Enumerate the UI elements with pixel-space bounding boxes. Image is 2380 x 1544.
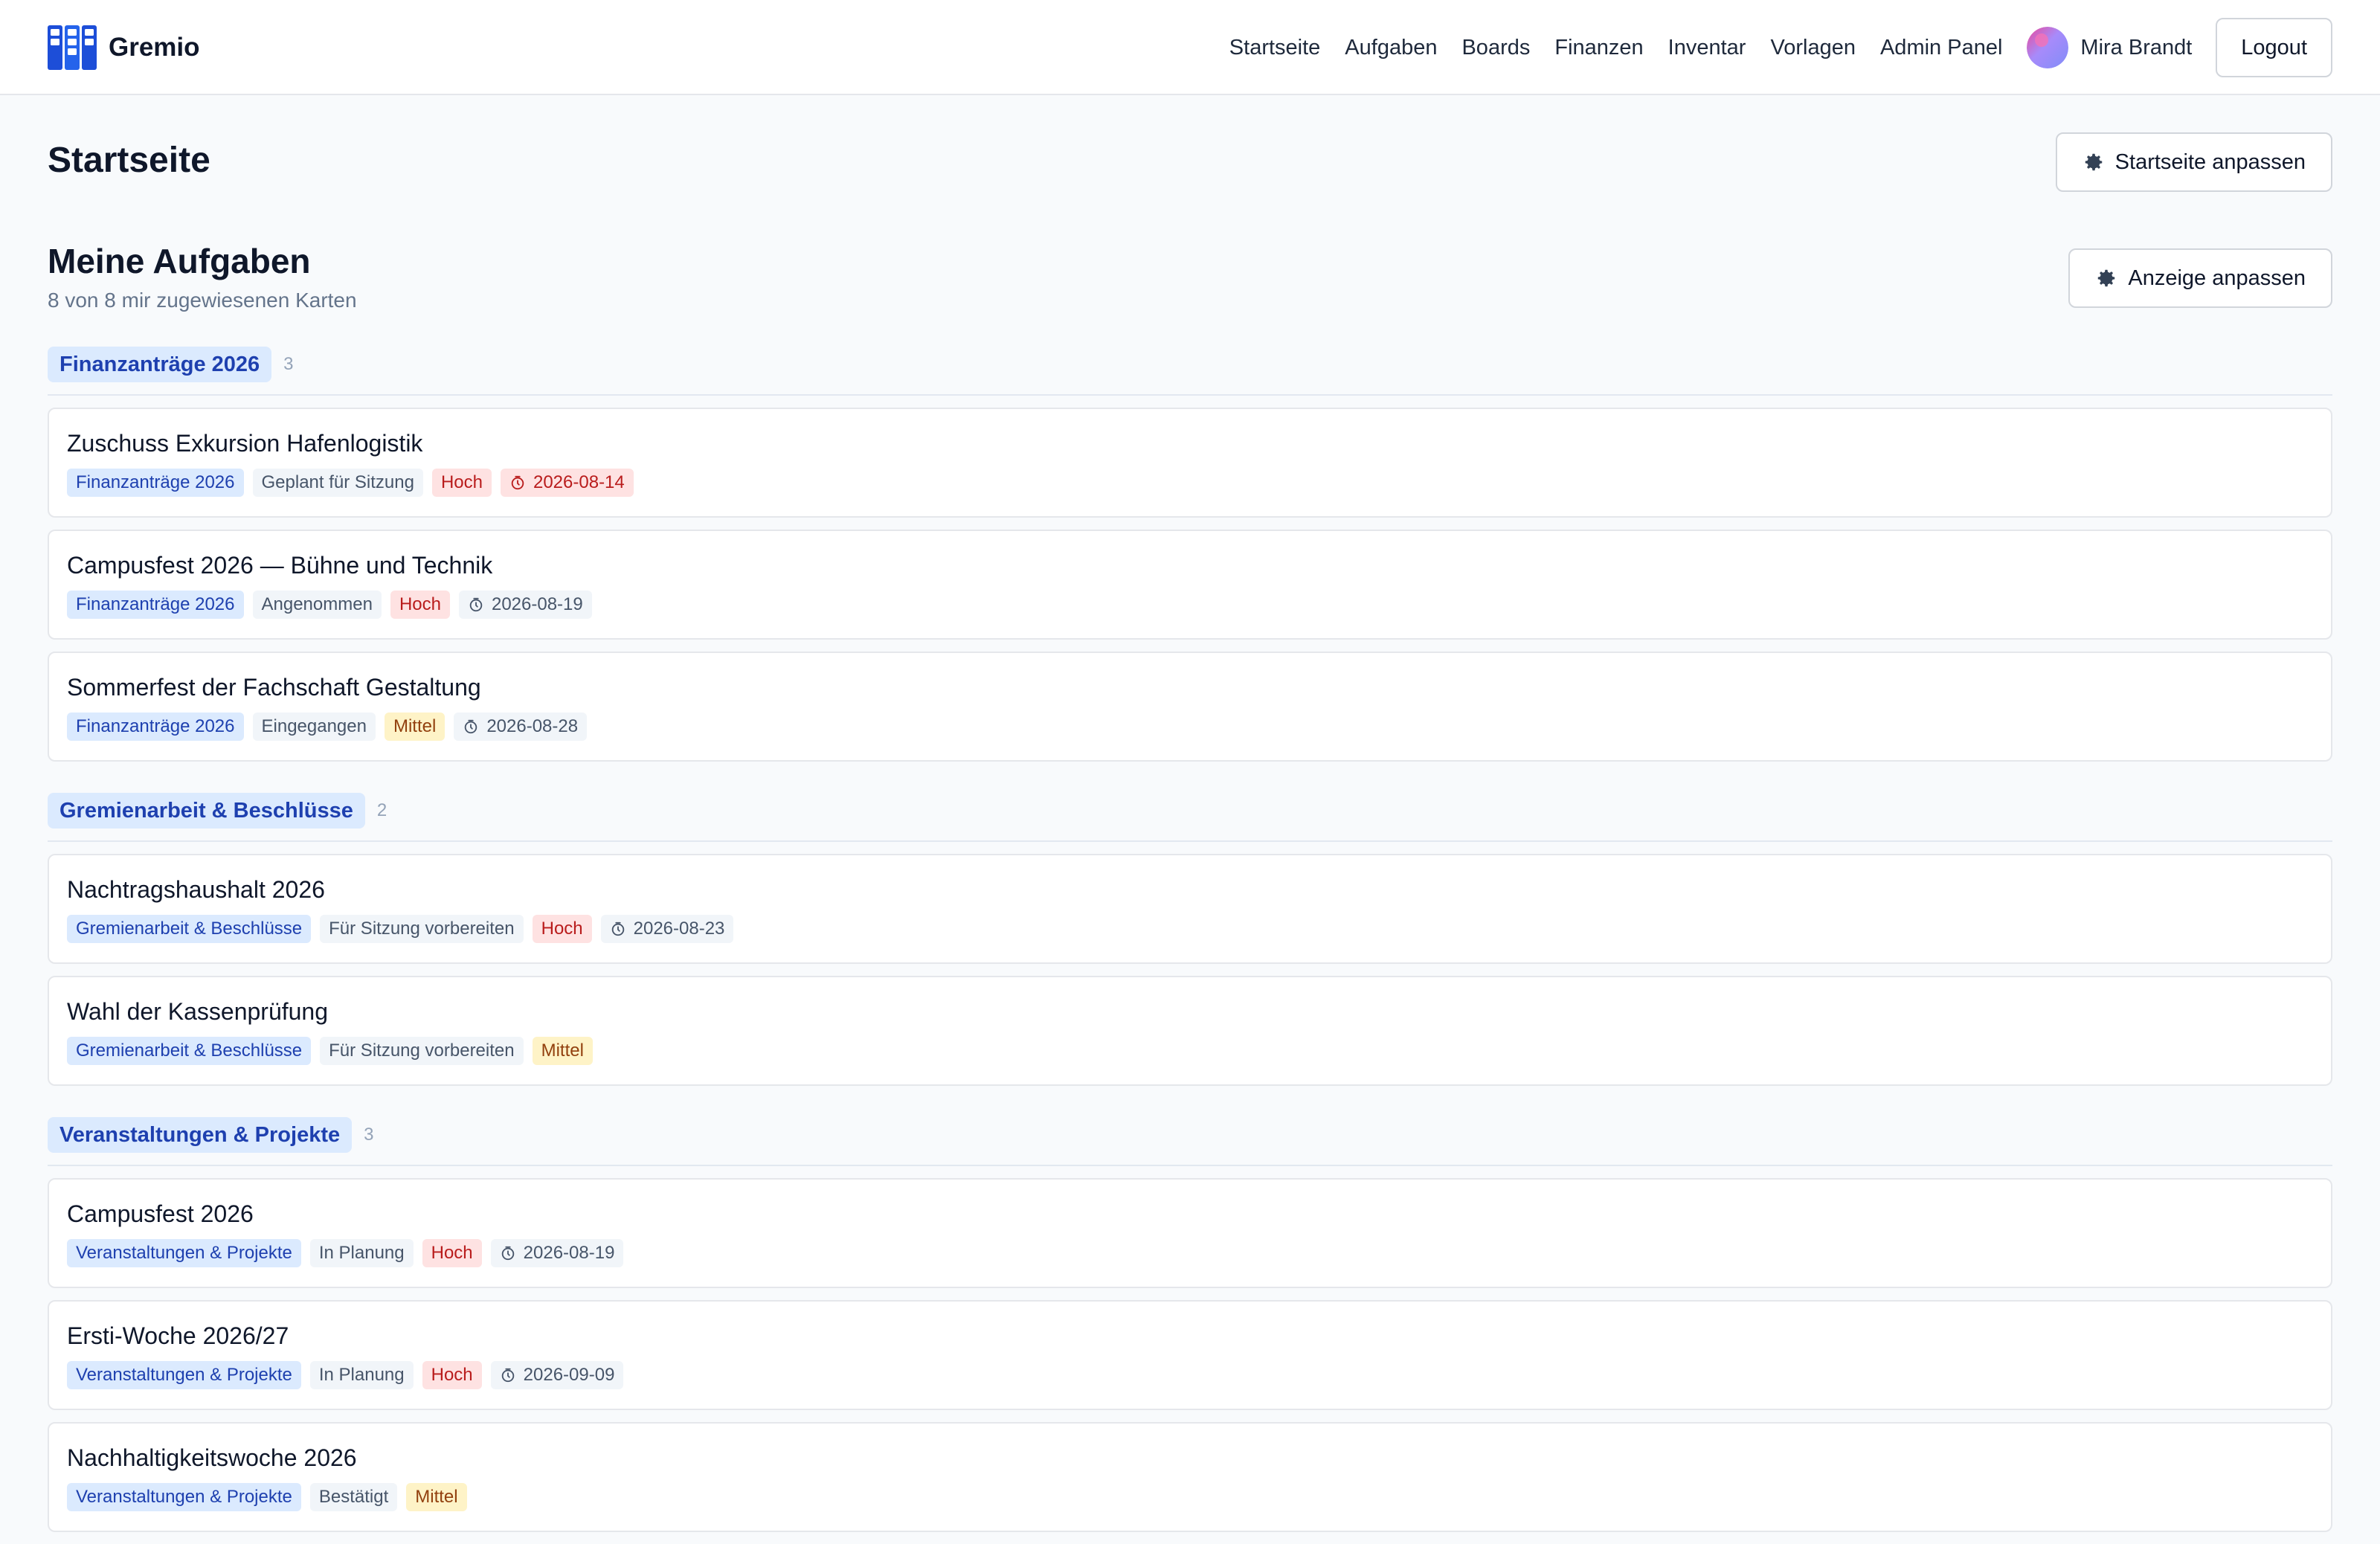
board-badge: Veranstaltungen & Projekte [67,1239,301,1267]
group-name[interactable]: Veranstaltungen & Projekte [48,1117,353,1153]
task-card-tags: Gremienarbeit & Beschlüsse Für Sitzung vo… [67,1037,2313,1065]
task-card-title: Nachhaltigkeitswoche 2026 [67,1444,357,1471]
nav-link-inventar[interactable]: Inventar [1668,36,1746,60]
task-card-tags: Veranstaltungen & Projekte In Planung Hoch… [67,1361,2313,1389]
group-header: Gremienarbeit & Beschlüsse 2 [48,793,2332,842]
group-count: 3 [283,354,294,374]
board-badge: Gremienarbeit & Beschlüsse [67,915,312,943]
nav-link-finanzen[interactable]: Finanzen [1554,36,1643,60]
due-date-text: 2026-08-19 [491,594,583,614]
due-date-badge: 2026-08-19 [490,1239,624,1267]
priority-badge: Hoch [422,1239,482,1267]
nav-link-vorlagen[interactable]: Vorlagen [1770,36,1856,60]
board-badge: Finanzanträge 2026 [67,713,244,741]
task-card-title: Campusfest 2026 [67,1200,254,1227]
task-card[interactable]: Sommerfest der Fachschaft Gestaltung Fina… [48,652,2332,762]
app-name: Gremio [109,33,200,62]
due-date-badge: 2026-08-23 [600,915,734,943]
status-badge: Für Sitzung vorbereiten [320,915,524,943]
customize-view-button[interactable]: Anzeige anpassen [2068,248,2332,308]
priority-badge: Mittel [384,713,446,741]
kanban-board-icon [48,25,97,70]
my-tasks-title: Meine Aufgaben [48,242,311,280]
task-groups: Finanzanträge 2026 3 Zuschuss Exkursion Ha… [48,347,2332,1544]
priority-badge: Hoch [422,1361,482,1389]
status-badge: In Planung [309,1361,414,1389]
board-badge: Finanzanträge 2026 [67,469,244,497]
gear-icon [2098,269,2115,287]
board-badge: Gremienarbeit & Beschlüsse [67,1037,312,1065]
group-header: Veranstaltungen & Projekte 3 [48,1117,2332,1166]
due-date-badge: 2026-09-09 [490,1361,624,1389]
group-count: 2 [376,800,387,820]
priority-badge: Hoch [390,591,450,619]
task-card-title: Ersti-Woche 2026/27 [67,1322,289,1349]
page-title: Startseite [48,141,210,180]
priority-badge: Hoch [532,915,592,943]
clock-icon [469,597,483,612]
user-menu[interactable]: Mira Brandt [2027,27,2192,68]
customize-homepage-button[interactable]: Startseite anpassen [2055,132,2332,192]
clock-icon [511,475,524,490]
due-date-text: 2026-09-09 [523,1365,615,1385]
board-badge: Finanzanträge 2026 [67,591,244,619]
task-card-title: Nachtragshaushalt 2026 [67,876,325,903]
gear-icon [2085,153,2102,171]
due-date-badge: 2026-08-28 [454,713,588,741]
priority-badge: Mittel [532,1037,593,1065]
group-header: Finanzanträge 2026 3 [48,347,2332,396]
top-navigation-bar: Gremio Startseite Aufgaben Boards Finanz… [0,0,2380,95]
clock-icon [501,1246,514,1261]
task-card-tags: Finanzanträge 2026 Geplant für Sitzung Hoc… [67,469,2313,497]
status-badge: Angenommen [252,591,382,619]
due-date-text: 2026-08-14 [533,472,625,492]
logout-button[interactable]: Logout [2216,18,2332,77]
due-date-badge: 2026-08-19 [458,591,592,619]
due-date-text: 2026-08-23 [633,919,725,939]
due-date-text: 2026-08-28 [486,716,579,736]
brand-home-link[interactable]: Gremio [48,25,200,70]
task-card-title: Sommerfest der Fachschaft Gestaltung [67,674,481,701]
task-card[interactable]: Campusfest 2026 — Bühne und Technik Finan… [48,530,2332,640]
task-card[interactable]: Nachhaltigkeitswoche 2026 Veranstaltungen… [48,1422,2332,1532]
nav-link-aufgaben[interactable]: Aufgaben [1345,36,1437,60]
task-card[interactable]: Ersti-Woche 2026/27 Veranstaltungen & Pro… [48,1300,2332,1410]
group-name[interactable]: Gremienarbeit & Beschlüsse [48,793,365,829]
status-badge: Für Sitzung vorbereiten [320,1037,524,1065]
group-name[interactable]: Finanzanträge 2026 [48,347,272,382]
status-badge: Eingegangen [252,713,376,741]
task-card-title: Wahl der Kassenprüfung [67,998,329,1025]
user-name: Mira Brandt [2080,35,2193,59]
task-card-title: Zuschuss Exkursion Hafenlogistik [67,430,423,457]
task-card-title: Campusfest 2026 — Bühne und Technik [67,552,493,579]
status-badge: Geplant für Sitzung [252,469,423,497]
board-badge: Veranstaltungen & Projekte [67,1361,301,1389]
task-card[interactable]: Nachtragshaushalt 2026 Gremienarbeit & Be… [48,854,2332,964]
due-date-text: 2026-08-19 [523,1243,615,1263]
main-nav: Startseite Aufgaben Boards Finanzen Inve… [1229,18,2332,77]
task-card[interactable]: Zuschuss Exkursion Hafenlogistik Finanzan… [48,408,2332,518]
nav-link-startseite[interactable]: Startseite [1229,36,1321,60]
task-card-tags: Finanzanträge 2026 Eingegangen Mittel 2026-… [67,713,2313,741]
due-date-badge: 2026-08-14 [500,469,634,497]
avatar [2027,27,2069,68]
status-badge: In Planung [309,1239,414,1267]
my-tasks-subtitle: 8 von 8 mir zugewiesenen Karten [48,289,357,312]
task-card-tags: Gremienarbeit & Beschlüsse Für Sitzung vo… [67,915,2313,943]
clock-icon [501,1368,514,1383]
customize-homepage-label: Startseite anpassen [2114,149,2306,174]
clock-icon [611,921,624,936]
clock-icon [465,719,477,734]
nav-link-admin-panel[interactable]: Admin Panel [1880,36,2002,60]
task-card[interactable]: Wahl der Kassenprüfung Gremienarbeit & Be… [48,976,2332,1086]
group-count: 3 [364,1125,374,1145]
priority-badge: Hoch [431,469,492,497]
task-card[interactable]: Campusfest 2026 Veranstaltungen & Projekt… [48,1178,2332,1288]
customize-view-label: Anzeige anpassen [2128,266,2306,290]
task-card-tags: Finanzanträge 2026 Angenommen Hoch 2026-08-… [67,591,2313,619]
nav-link-boards[interactable]: Boards [1461,36,1530,60]
task-card-tags: Veranstaltungen & Projekte In Planung Hoch… [67,1239,2313,1267]
